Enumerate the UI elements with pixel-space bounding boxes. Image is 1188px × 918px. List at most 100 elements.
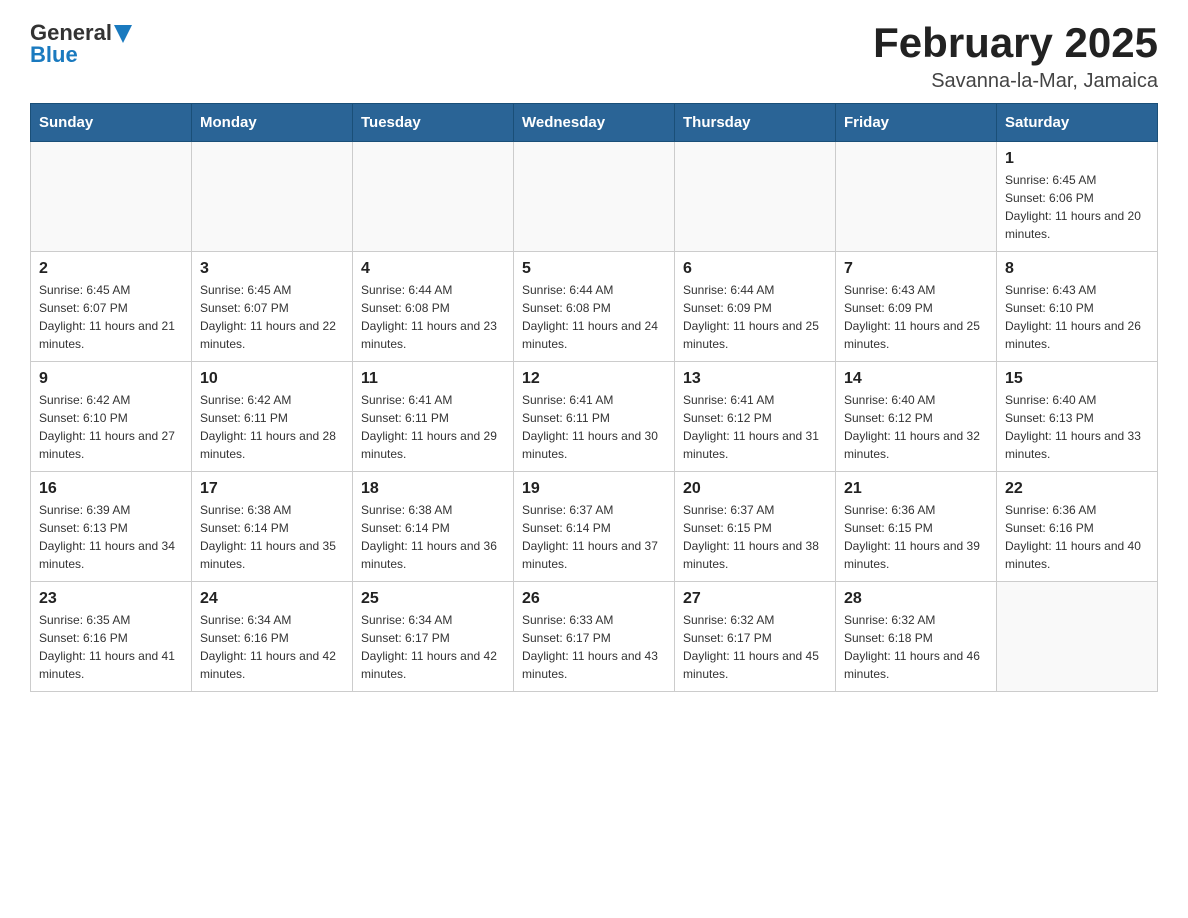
sunset-text: Sunset: 6:16 PM (1005, 521, 1094, 535)
daylight-text: Daylight: 11 hours and 34 minutes. (39, 539, 175, 571)
sunrise-text: Sunrise: 6:45 AM (200, 283, 291, 297)
sunset-text: Sunset: 6:07 PM (200, 301, 289, 315)
day-number: 21 (844, 480, 988, 498)
daylight-text: Daylight: 11 hours and 20 minutes. (1005, 209, 1141, 241)
day-info: Sunrise: 6:33 AM Sunset: 6:17 PM Dayligh… (522, 611, 666, 683)
day-number: 26 (522, 590, 666, 608)
day-number: 5 (522, 260, 666, 278)
sunset-text: Sunset: 6:16 PM (39, 631, 128, 645)
sunset-text: Sunset: 6:08 PM (361, 301, 450, 315)
daylight-text: Daylight: 11 hours and 43 minutes. (522, 649, 658, 681)
calendar-day-cell: 25 Sunrise: 6:34 AM Sunset: 6:17 PM Dayl… (353, 582, 514, 692)
calendar-day-cell: 19 Sunrise: 6:37 AM Sunset: 6:14 PM Dayl… (514, 472, 675, 582)
sunrise-text: Sunrise: 6:36 AM (844, 503, 935, 517)
day-number: 12 (522, 370, 666, 388)
sunrise-text: Sunrise: 6:40 AM (844, 393, 935, 407)
calendar-day-cell: 15 Sunrise: 6:40 AM Sunset: 6:13 PM Dayl… (997, 362, 1158, 472)
daylight-text: Daylight: 11 hours and 42 minutes. (361, 649, 497, 681)
header-friday: Friday (836, 104, 997, 142)
calendar-day-cell (31, 142, 192, 252)
sunset-text: Sunset: 6:14 PM (200, 521, 289, 535)
calendar-day-cell: 21 Sunrise: 6:36 AM Sunset: 6:15 PM Dayl… (836, 472, 997, 582)
daylight-text: Daylight: 11 hours and 24 minutes. (522, 319, 658, 351)
location-title: Savanna-la-Mar, Jamaica (873, 70, 1158, 93)
calendar-day-cell: 22 Sunrise: 6:36 AM Sunset: 6:16 PM Dayl… (997, 472, 1158, 582)
day-number: 10 (200, 370, 344, 388)
day-number: 17 (200, 480, 344, 498)
calendar-day-cell (836, 142, 997, 252)
sunrise-text: Sunrise: 6:37 AM (683, 503, 774, 517)
day-number: 13 (683, 370, 827, 388)
title-section: February 2025 Savanna-la-Mar, Jamaica (873, 20, 1158, 93)
sunrise-text: Sunrise: 6:43 AM (1005, 283, 1096, 297)
daylight-text: Daylight: 11 hours and 41 minutes. (39, 649, 175, 681)
daylight-text: Daylight: 11 hours and 35 minutes. (200, 539, 336, 571)
day-number: 3 (200, 260, 344, 278)
calendar-day-cell: 3 Sunrise: 6:45 AM Sunset: 6:07 PM Dayli… (192, 252, 353, 362)
header-thursday: Thursday (675, 104, 836, 142)
calendar-day-cell: 14 Sunrise: 6:40 AM Sunset: 6:12 PM Dayl… (836, 362, 997, 472)
day-info: Sunrise: 6:41 AM Sunset: 6:11 PM Dayligh… (361, 391, 505, 463)
day-info: Sunrise: 6:43 AM Sunset: 6:10 PM Dayligh… (1005, 281, 1149, 353)
day-info: Sunrise: 6:38 AM Sunset: 6:14 PM Dayligh… (361, 501, 505, 573)
day-number: 19 (522, 480, 666, 498)
sunrise-text: Sunrise: 6:39 AM (39, 503, 130, 517)
day-info: Sunrise: 6:34 AM Sunset: 6:16 PM Dayligh… (200, 611, 344, 683)
day-number: 14 (844, 370, 988, 388)
sunrise-text: Sunrise: 6:41 AM (361, 393, 452, 407)
day-info: Sunrise: 6:32 AM Sunset: 6:18 PM Dayligh… (844, 611, 988, 683)
calendar-day-cell: 24 Sunrise: 6:34 AM Sunset: 6:16 PM Dayl… (192, 582, 353, 692)
day-info: Sunrise: 6:44 AM Sunset: 6:08 PM Dayligh… (361, 281, 505, 353)
daylight-text: Daylight: 11 hours and 38 minutes. (683, 539, 819, 571)
calendar-day-cell: 4 Sunrise: 6:44 AM Sunset: 6:08 PM Dayli… (353, 252, 514, 362)
day-info: Sunrise: 6:45 AM Sunset: 6:07 PM Dayligh… (200, 281, 344, 353)
calendar-day-cell (353, 142, 514, 252)
day-info: Sunrise: 6:45 AM Sunset: 6:07 PM Dayligh… (39, 281, 183, 353)
sunset-text: Sunset: 6:09 PM (844, 301, 933, 315)
sunrise-text: Sunrise: 6:45 AM (39, 283, 130, 297)
sunset-text: Sunset: 6:17 PM (361, 631, 450, 645)
day-info: Sunrise: 6:44 AM Sunset: 6:08 PM Dayligh… (522, 281, 666, 353)
daylight-text: Daylight: 11 hours and 25 minutes. (844, 319, 980, 351)
daylight-text: Daylight: 11 hours and 37 minutes. (522, 539, 658, 571)
day-number: 11 (361, 370, 505, 388)
day-number: 15 (1005, 370, 1149, 388)
sunrise-text: Sunrise: 6:38 AM (361, 503, 452, 517)
day-info: Sunrise: 6:42 AM Sunset: 6:10 PM Dayligh… (39, 391, 183, 463)
calendar-day-cell: 16 Sunrise: 6:39 AM Sunset: 6:13 PM Dayl… (31, 472, 192, 582)
day-number: 9 (39, 370, 183, 388)
sunset-text: Sunset: 6:15 PM (844, 521, 933, 535)
sunset-text: Sunset: 6:09 PM (683, 301, 772, 315)
calendar-week-row: 16 Sunrise: 6:39 AM Sunset: 6:13 PM Dayl… (31, 472, 1158, 582)
daylight-text: Daylight: 11 hours and 28 minutes. (200, 429, 336, 461)
calendar-week-row: 2 Sunrise: 6:45 AM Sunset: 6:07 PM Dayli… (31, 252, 1158, 362)
sunrise-text: Sunrise: 6:44 AM (522, 283, 613, 297)
page-header: General Blue February 2025 Savanna-la-Ma… (30, 20, 1158, 93)
calendar-day-cell: 26 Sunrise: 6:33 AM Sunset: 6:17 PM Dayl… (514, 582, 675, 692)
sunrise-text: Sunrise: 6:44 AM (361, 283, 452, 297)
sunrise-text: Sunrise: 6:40 AM (1005, 393, 1096, 407)
day-info: Sunrise: 6:40 AM Sunset: 6:12 PM Dayligh… (844, 391, 988, 463)
sunrise-text: Sunrise: 6:32 AM (844, 613, 935, 627)
sunset-text: Sunset: 6:11 PM (200, 411, 288, 425)
sunset-text: Sunset: 6:12 PM (683, 411, 772, 425)
sunrise-text: Sunrise: 6:33 AM (522, 613, 613, 627)
daylight-text: Daylight: 11 hours and 40 minutes. (1005, 539, 1141, 571)
daylight-text: Daylight: 11 hours and 42 minutes. (200, 649, 336, 681)
day-number: 8 (1005, 260, 1149, 278)
calendar-day-cell: 10 Sunrise: 6:42 AM Sunset: 6:11 PM Dayl… (192, 362, 353, 472)
daylight-text: Daylight: 11 hours and 21 minutes. (39, 319, 175, 351)
day-number: 18 (361, 480, 505, 498)
sunrise-text: Sunrise: 6:43 AM (844, 283, 935, 297)
day-number: 23 (39, 590, 183, 608)
calendar-day-cell: 13 Sunrise: 6:41 AM Sunset: 6:12 PM Dayl… (675, 362, 836, 472)
daylight-text: Daylight: 11 hours and 30 minutes. (522, 429, 658, 461)
weekday-header-row: Sunday Monday Tuesday Wednesday Thursday… (31, 104, 1158, 142)
sunset-text: Sunset: 6:15 PM (683, 521, 772, 535)
day-info: Sunrise: 6:34 AM Sunset: 6:17 PM Dayligh… (361, 611, 505, 683)
sunset-text: Sunset: 6:13 PM (1005, 411, 1094, 425)
sunrise-text: Sunrise: 6:42 AM (200, 393, 291, 407)
calendar-day-cell: 1 Sunrise: 6:45 AM Sunset: 6:06 PM Dayli… (997, 142, 1158, 252)
calendar-day-cell: 9 Sunrise: 6:42 AM Sunset: 6:10 PM Dayli… (31, 362, 192, 472)
day-info: Sunrise: 6:32 AM Sunset: 6:17 PM Dayligh… (683, 611, 827, 683)
